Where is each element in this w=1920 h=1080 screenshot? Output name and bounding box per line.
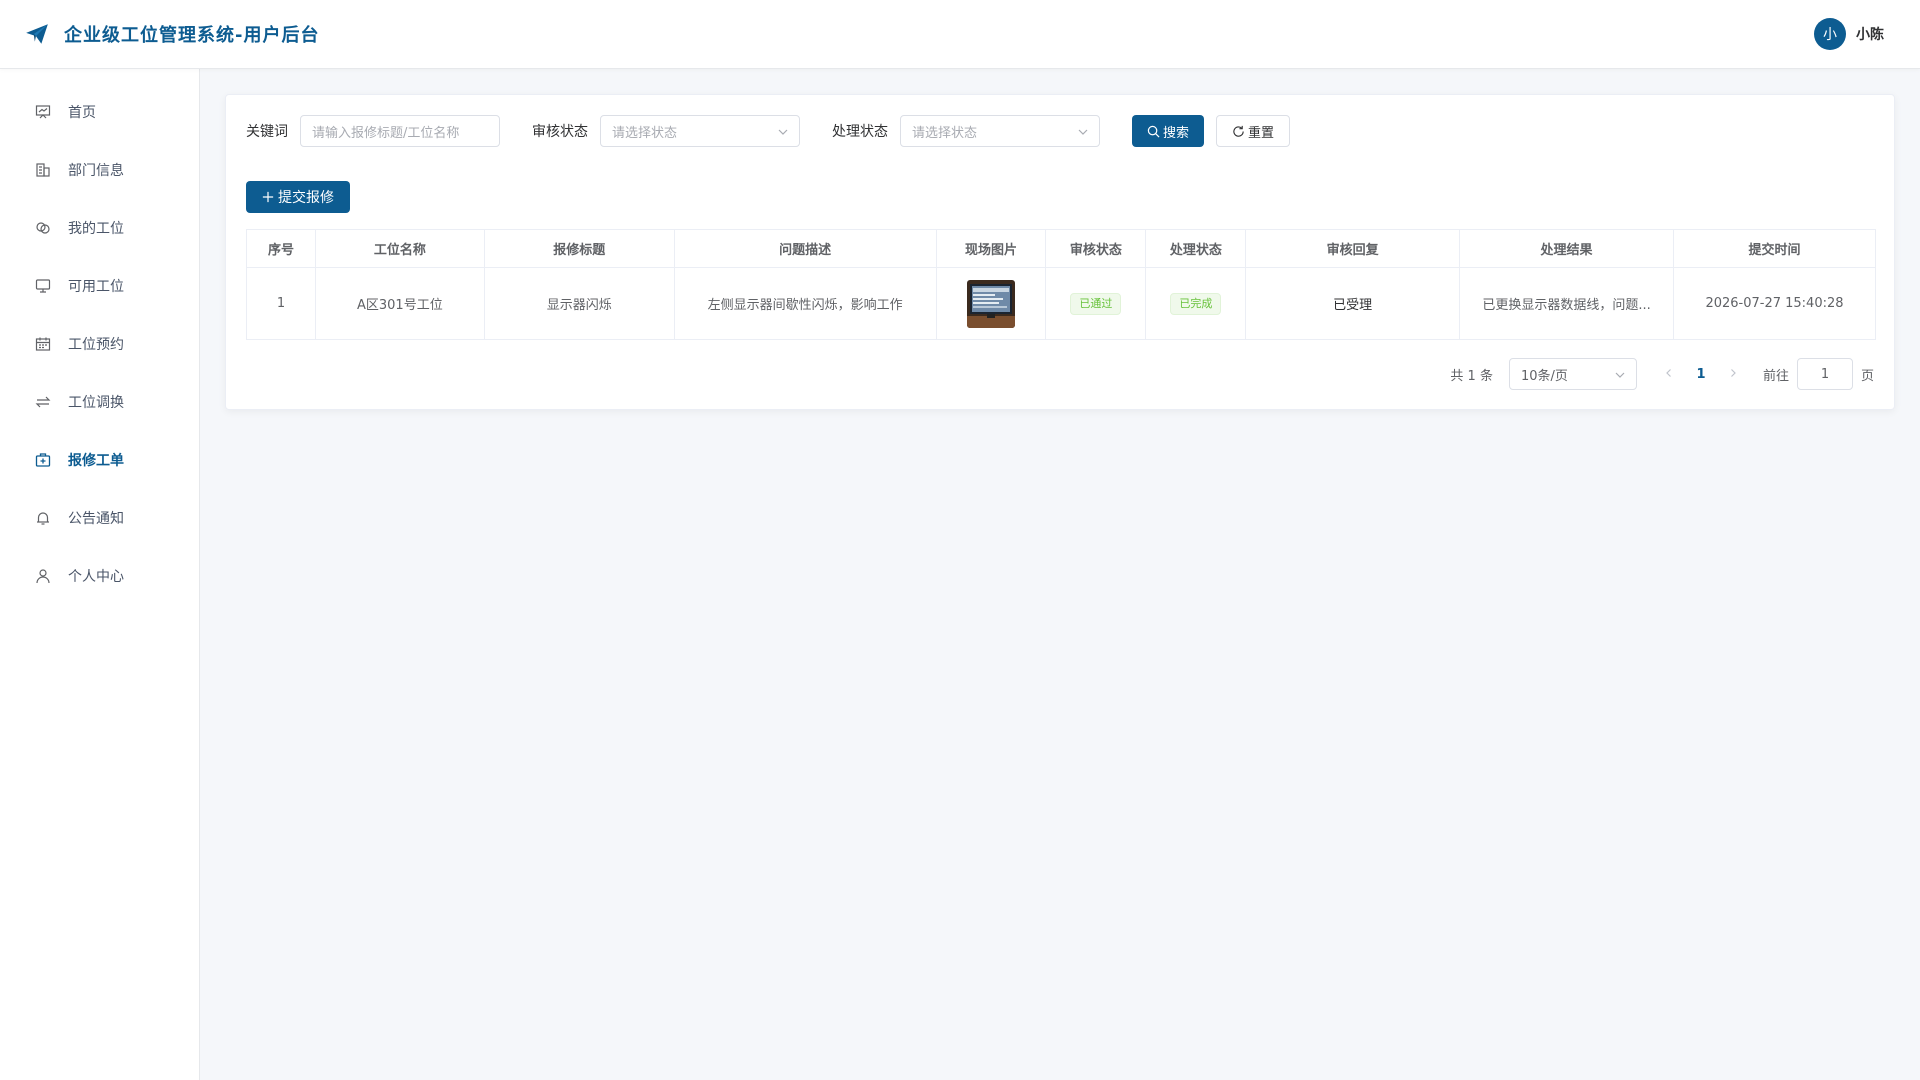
sidebar-item-home[interactable]: 首页 — [0, 83, 199, 141]
col-reply: 审核回复 — [1245, 229, 1461, 268]
page-suffix: 页 — [1860, 368, 1874, 384]
submit-repair-label: 提交报修 — [278, 190, 334, 206]
sidebar-item-label: 首页 — [68, 105, 96, 121]
sidebar-item-label: 部门信息 — [68, 163, 124, 179]
sidebar-item-my-station[interactable]: 我的工位 — [0, 199, 199, 257]
user-name[interactable]: 小陈 — [1856, 24, 1884, 44]
chevron-down-icon — [778, 129, 788, 135]
monitor-icon — [34, 277, 52, 295]
cell-audit-status: 已通过 — [1045, 267, 1147, 340]
user-icon — [34, 567, 52, 585]
cell-image — [936, 267, 1047, 340]
next-page-button[interactable] — [1717, 366, 1749, 382]
chevron-left-icon — [1666, 369, 1671, 377]
calendar-icon — [34, 335, 52, 353]
cell-description: 左侧显示器间歇性闪烁，影响工作 — [674, 267, 937, 340]
table-header-row: 序号 工位名称 报修标题 问题描述 现场图片 审核状态 处理状态 审核回复 处理… — [246, 229, 1876, 268]
search-icon — [1147, 125, 1160, 137]
avatar[interactable]: 小 — [1814, 18, 1846, 50]
sidebar-item-label: 个人中心 — [68, 569, 124, 585]
first-aid-kit-icon — [34, 451, 52, 469]
cell-result: 已更换显示器数据线，问题... — [1459, 267, 1674, 340]
sidebar-item-repair[interactable]: 报修工单 — [0, 431, 199, 489]
audit-status-label: 审核状态 — [532, 124, 588, 140]
chevron-down-icon — [1078, 129, 1088, 135]
filter-bar: 关键词 请输入报修标题/工位名称 审核状态 请选择状态 处理状态 请选择状态 搜… — [246, 115, 1291, 147]
prev-page-button[interactable] — [1653, 366, 1685, 382]
col-description: 问题描述 — [674, 229, 937, 268]
cell-process-status: 已完成 — [1145, 267, 1247, 340]
swap-icon — [34, 393, 52, 411]
reset-button-label: 重置 — [1248, 125, 1275, 141]
sidebar-item-notice[interactable]: 公告通知 — [0, 489, 199, 547]
user-menu[interactable]: 小 小陈 — [1814, 18, 1884, 50]
presentation-icon — [34, 103, 52, 121]
cell-index: 1 — [246, 267, 316, 340]
audit-status-placeholder: 请选择状态 — [612, 125, 678, 141]
col-audit-status: 审核状态 — [1045, 229, 1147, 268]
keyword-placeholder: 请输入报修标题/工位名称 — [312, 125, 460, 141]
pagination: 共 1 条 10条/页 1 前往 1 页 — [1450, 358, 1874, 390]
sidebar-item-swap[interactable]: 工位调换 — [0, 373, 199, 431]
page-size-select[interactable]: 10条/页 — [1508, 358, 1637, 390]
chevron-down-icon — [1615, 372, 1625, 378]
table-row: 1 A区301号工位 显示器闪烁 左侧显示器间歇性闪烁，影响工作 已通过 已完成… — [246, 267, 1876, 340]
sidebar-item-reservation[interactable]: 工位预约 — [0, 315, 199, 373]
repair-table: 序号 工位名称 报修标题 问题描述 现场图片 审核状态 处理状态 审核回复 处理… — [246, 229, 1876, 340]
sidebar-item-profile[interactable]: 个人中心 — [0, 547, 199, 605]
building-icon — [34, 161, 52, 179]
sidebar-item-label: 我的工位 — [68, 221, 124, 237]
sidebar-item-label: 工位预约 — [68, 337, 124, 353]
audit-status-badge: 已通过 — [1070, 292, 1122, 315]
col-station: 工位名称 — [315, 229, 485, 268]
link-icon — [34, 219, 52, 237]
refresh-icon — [1233, 125, 1244, 137]
col-result: 处理结果 — [1459, 229, 1674, 268]
sidebar: 首页 部门信息 我的工位 可用工位 工位预约 工位调换 报修工单 公告通知 个人… — [0, 69, 200, 1080]
sidebar-item-label: 工位调换 — [68, 395, 124, 411]
search-button-label: 搜索 — [1163, 125, 1190, 141]
sidebar-item-available-station[interactable]: 可用工位 — [0, 257, 199, 315]
sidebar-item-department[interactable]: 部门信息 — [0, 141, 199, 199]
plus-icon — [262, 191, 274, 203]
pagination-total: 共 1 条 — [1450, 368, 1493, 384]
keyword-label: 关键词 — [246, 124, 288, 140]
chevron-right-icon — [1731, 369, 1736, 377]
paper-plane-icon — [26, 24, 48, 44]
goto-label: 前往 — [1762, 368, 1789, 384]
process-status-badge: 已完成 — [1170, 292, 1222, 315]
search-button[interactable]: 搜索 — [1132, 115, 1205, 147]
col-process-status: 处理状态 — [1145, 229, 1247, 268]
cell-time: 2026-07-27 15:40:28 — [1705, 296, 1844, 311]
cell-reply: 已受理 — [1245, 267, 1461, 340]
col-time: 提交时间 — [1673, 229, 1876, 268]
app-title: 企业级工位管理系统-用户后台 — [64, 25, 320, 46]
goto-page-input[interactable]: 1 — [1796, 358, 1853, 390]
col-image: 现场图片 — [936, 229, 1047, 268]
submit-repair-button[interactable]: 提交报修 — [246, 181, 350, 213]
cell-title: 显示器闪烁 — [484, 267, 675, 340]
sidebar-item-label: 报修工单 — [68, 453, 124, 469]
bell-icon — [34, 509, 52, 527]
page-number-current[interactable]: 1 — [1685, 367, 1717, 382]
process-status-select[interactable]: 请选择状态 — [900, 115, 1100, 147]
sidebar-item-label: 公告通知 — [68, 511, 124, 527]
reset-button[interactable]: 重置 — [1216, 115, 1291, 147]
sidebar-item-label: 可用工位 — [68, 279, 124, 295]
col-index: 序号 — [246, 229, 316, 268]
process-status-placeholder: 请选择状态 — [912, 125, 978, 141]
page-size-value: 10条/页 — [1520, 368, 1568, 384]
process-status-label: 处理状态 — [832, 124, 888, 140]
repair-order-card: 关键词 请输入报修标题/工位名称 审核状态 请选择状态 处理状态 请选择状态 搜… — [225, 94, 1895, 410]
site-photo-thumbnail[interactable] — [967, 279, 1015, 328]
cell-station: A区301号工位 — [315, 267, 485, 340]
col-title: 报修标题 — [484, 229, 675, 268]
audit-status-select[interactable]: 请选择状态 — [600, 115, 800, 147]
keyword-input[interactable]: 请输入报修标题/工位名称 — [300, 115, 500, 147]
top-header: 企业级工位管理系统-用户后台 小 小陈 — [0, 0, 1920, 69]
